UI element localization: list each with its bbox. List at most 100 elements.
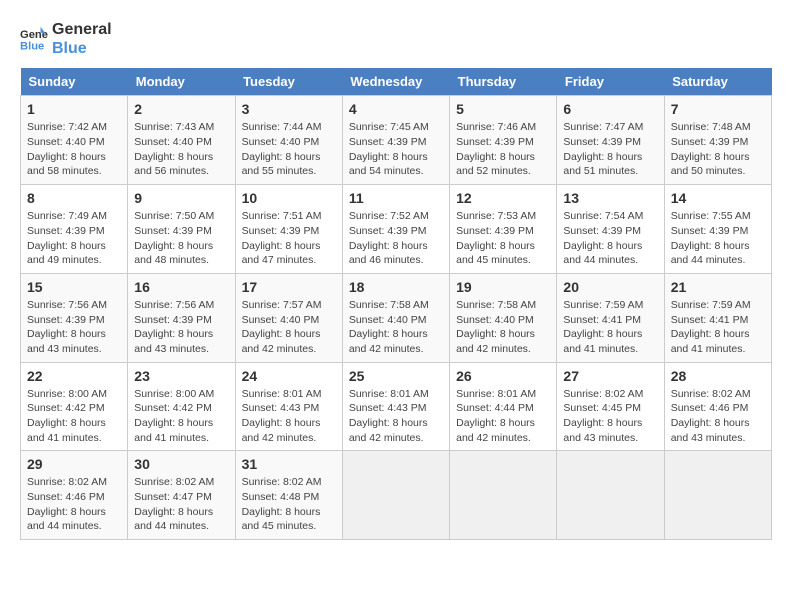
- day-number: 27: [563, 368, 657, 384]
- day-info: Sunrise: 8:00 AMSunset: 4:42 PMDaylight:…: [134, 387, 228, 446]
- day-info: Sunrise: 7:43 AMSunset: 4:40 PMDaylight:…: [134, 120, 228, 179]
- calendar-day-empty: [557, 451, 664, 540]
- logo: General Blue General Blue: [20, 20, 112, 58]
- day-number: 20: [563, 279, 657, 295]
- day-info: Sunrise: 8:02 AMSunset: 4:46 PMDaylight:…: [27, 475, 121, 534]
- calendar-day-4: 4 Sunrise: 7:45 AMSunset: 4:39 PMDaylight…: [342, 96, 449, 185]
- day-info: Sunrise: 8:00 AMSunset: 4:42 PMDaylight:…: [27, 387, 121, 446]
- day-info: Sunrise: 7:48 AMSunset: 4:39 PMDaylight:…: [671, 120, 765, 179]
- calendar-day-1: 1 Sunrise: 7:42 AMSunset: 4:40 PMDaylight…: [21, 96, 128, 185]
- day-number: 19: [456, 279, 550, 295]
- calendar-day-9: 9 Sunrise: 7:50 AMSunset: 4:39 PMDaylight…: [128, 185, 235, 274]
- day-info: Sunrise: 7:52 AMSunset: 4:39 PMDaylight:…: [349, 209, 443, 268]
- day-info: Sunrise: 7:42 AMSunset: 4:40 PMDaylight:…: [27, 120, 121, 179]
- day-number: 12: [456, 190, 550, 206]
- day-info: Sunrise: 7:46 AMSunset: 4:39 PMDaylight:…: [456, 120, 550, 179]
- calendar-day-empty: [664, 451, 771, 540]
- day-info: Sunrise: 7:45 AMSunset: 4:39 PMDaylight:…: [349, 120, 443, 179]
- calendar-day-11: 11 Sunrise: 7:52 AMSunset: 4:39 PMDayligh…: [342, 185, 449, 274]
- calendar-day-20: 20 Sunrise: 7:59 AMSunset: 4:41 PMDayligh…: [557, 273, 664, 362]
- calendar-day-25: 25Sunrise: 8:01 AMSunset: 4:43 PMDayligh…: [342, 362, 449, 451]
- day-info: Sunrise: 7:49 AMSunset: 4:39 PMDaylight:…: [27, 209, 121, 268]
- calendar-week-5: 29 Sunrise: 8:02 AMSunset: 4:46 PMDayligh…: [21, 451, 772, 540]
- calendar-day-28: 28 Sunrise: 8:02 AMSunset: 4:46 PMDayligh…: [664, 362, 771, 451]
- weekday-header-sunday: Sunday: [21, 68, 128, 96]
- day-number: 25: [349, 368, 443, 384]
- day-number: 29: [27, 456, 121, 472]
- day-number: 6: [563, 101, 657, 117]
- day-info: Sunrise: 7:50 AMSunset: 4:39 PMDaylight:…: [134, 209, 228, 268]
- day-number: 17: [242, 279, 336, 295]
- weekday-header-monday: Monday: [128, 68, 235, 96]
- calendar-day-15: 15 Sunrise: 7:56 AMSunset: 4:39 PMDayligh…: [21, 273, 128, 362]
- day-number: 21: [671, 279, 765, 295]
- day-number: 31: [242, 456, 336, 472]
- calendar-day-10: 10 Sunrise: 7:51 AMSunset: 4:39 PMDayligh…: [235, 185, 342, 274]
- weekday-header-thursday: Thursday: [450, 68, 557, 96]
- logo-icon: General Blue: [20, 25, 48, 53]
- calendar-day-7: 7 Sunrise: 7:48 AMSunset: 4:39 PMDaylight…: [664, 96, 771, 185]
- calendar-day-5: 5 Sunrise: 7:46 AMSunset: 4:39 PMDaylight…: [450, 96, 557, 185]
- calendar-day-30: 30Sunrise: 8:02 AMSunset: 4:47 PMDayligh…: [128, 451, 235, 540]
- day-number: 28: [671, 368, 765, 384]
- day-number: 2: [134, 101, 228, 117]
- day-number: 4: [349, 101, 443, 117]
- calendar-body: 1 Sunrise: 7:42 AMSunset: 4:40 PMDaylight…: [21, 96, 772, 540]
- calendar-day-2: 2 Sunrise: 7:43 AMSunset: 4:40 PMDaylight…: [128, 96, 235, 185]
- day-info: Sunrise: 8:02 AMSunset: 4:45 PMDaylight:…: [563, 387, 657, 446]
- day-number: 16: [134, 279, 228, 295]
- calendar-day-23: 23Sunrise: 8:00 AMSunset: 4:42 PMDayligh…: [128, 362, 235, 451]
- weekday-header-friday: Friday: [557, 68, 664, 96]
- calendar-day-3: 3 Sunrise: 7:44 AMSunset: 4:40 PMDaylight…: [235, 96, 342, 185]
- day-info: Sunrise: 7:54 AMSunset: 4:39 PMDaylight:…: [563, 209, 657, 268]
- calendar-day-31: 31Sunrise: 8:02 AMSunset: 4:48 PMDayligh…: [235, 451, 342, 540]
- calendar-day-29: 29 Sunrise: 8:02 AMSunset: 4:46 PMDayligh…: [21, 451, 128, 540]
- day-number: 15: [27, 279, 121, 295]
- calendar-day-empty: [450, 451, 557, 540]
- day-number: 10: [242, 190, 336, 206]
- day-info: Sunrise: 8:01 AMSunset: 4:44 PMDaylight:…: [456, 387, 550, 446]
- day-info: Sunrise: 7:59 AMSunset: 4:41 PMDaylight:…: [671, 298, 765, 357]
- day-number: 24: [242, 368, 336, 384]
- day-info: Sunrise: 7:59 AMSunset: 4:41 PMDaylight:…: [563, 298, 657, 357]
- calendar-day-21: 21 Sunrise: 7:59 AMSunset: 4:41 PMDayligh…: [664, 273, 771, 362]
- calendar-day-12: 12 Sunrise: 7:53 AMSunset: 4:39 PMDayligh…: [450, 185, 557, 274]
- calendar-day-6: 6 Sunrise: 7:47 AMSunset: 4:39 PMDaylight…: [557, 96, 664, 185]
- calendar-day-18: 18Sunrise: 7:58 AMSunset: 4:40 PMDayligh…: [342, 273, 449, 362]
- calendar-table: SundayMondayTuesdayWednesdayThursdayFrid…: [20, 68, 772, 540]
- day-info: Sunrise: 7:44 AMSunset: 4:40 PMDaylight:…: [242, 120, 336, 179]
- weekday-header-saturday: Saturday: [664, 68, 771, 96]
- calendar-day-8: 8Sunrise: 7:49 AMSunset: 4:39 PMDaylight…: [21, 185, 128, 274]
- day-number: 11: [349, 190, 443, 206]
- logo-general: General: [52, 20, 112, 39]
- weekday-header-tuesday: Tuesday: [235, 68, 342, 96]
- day-number: 14: [671, 190, 765, 206]
- calendar-day-22: 22 Sunrise: 8:00 AMSunset: 4:42 PMDayligh…: [21, 362, 128, 451]
- weekday-header-row: SundayMondayTuesdayWednesdayThursdayFrid…: [21, 68, 772, 96]
- weekday-header-wednesday: Wednesday: [342, 68, 449, 96]
- day-info: Sunrise: 7:58 AMSunset: 4:40 PMDaylight:…: [456, 298, 550, 357]
- calendar-day-19: 19 Sunrise: 7:58 AMSunset: 4:40 PMDayligh…: [450, 273, 557, 362]
- day-number: 9: [134, 190, 228, 206]
- day-info: Sunrise: 8:02 AMSunset: 4:46 PMDaylight:…: [671, 387, 765, 446]
- day-info: Sunrise: 7:56 AMSunset: 4:39 PMDaylight:…: [27, 298, 121, 357]
- day-number: 5: [456, 101, 550, 117]
- day-info: Sunrise: 7:47 AMSunset: 4:39 PMDaylight:…: [563, 120, 657, 179]
- day-number: 3: [242, 101, 336, 117]
- calendar-day-27: 27 Sunrise: 8:02 AMSunset: 4:45 PMDayligh…: [557, 362, 664, 451]
- day-number: 26: [456, 368, 550, 384]
- calendar-week-3: 15 Sunrise: 7:56 AMSunset: 4:39 PMDayligh…: [21, 273, 772, 362]
- day-info: Sunrise: 7:58 AMSunset: 4:40 PMDaylight:…: [349, 298, 443, 357]
- day-number: 7: [671, 101, 765, 117]
- svg-text:General: General: [20, 29, 48, 41]
- calendar-day-16: 16Sunrise: 7:56 AMSunset: 4:39 PMDayligh…: [128, 273, 235, 362]
- calendar-day-13: 13Sunrise: 7:54 AMSunset: 4:39 PMDayligh…: [557, 185, 664, 274]
- calendar-day-17: 17Sunrise: 7:57 AMSunset: 4:40 PMDayligh…: [235, 273, 342, 362]
- day-number: 30: [134, 456, 228, 472]
- calendar-week-2: 8Sunrise: 7:49 AMSunset: 4:39 PMDaylight…: [21, 185, 772, 274]
- day-info: Sunrise: 7:53 AMSunset: 4:39 PMDaylight:…: [456, 209, 550, 268]
- day-number: 1: [27, 101, 121, 117]
- day-number: 22: [27, 368, 121, 384]
- calendar-day-26: 26 Sunrise: 8:01 AMSunset: 4:44 PMDayligh…: [450, 362, 557, 451]
- day-info: Sunrise: 7:51 AMSunset: 4:39 PMDaylight:…: [242, 209, 336, 268]
